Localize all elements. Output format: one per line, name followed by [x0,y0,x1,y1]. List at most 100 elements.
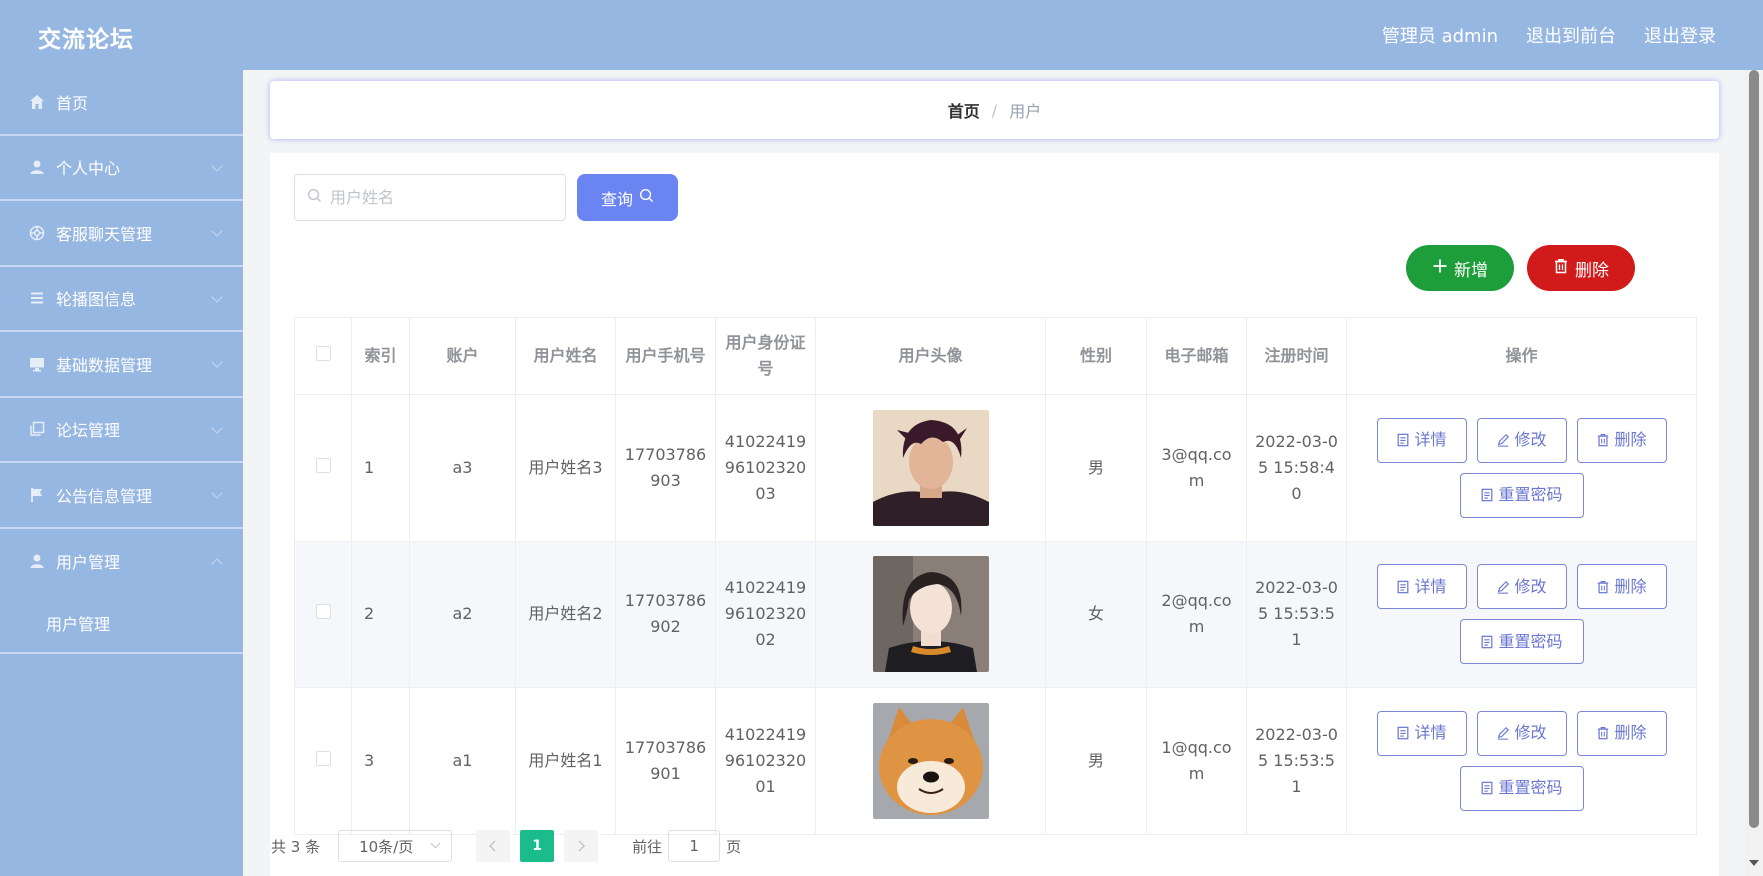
row-actions: 详情 修改 删除 重置密码 [1372,564,1672,665]
row-checkbox[interactable] [315,750,331,766]
delete-label: 删除 [1614,723,1647,743]
edit-button[interactable]: 修改 [1476,564,1567,610]
cell-index: 3 [351,687,410,835]
query-button[interactable]: 查询 [577,174,678,221]
cell-reg-time: 2022-03-05 15:53:51 [1246,687,1347,835]
chevron-down-icon [211,487,223,499]
add-button[interactable]: 新增 [1406,245,1514,291]
sidebar-item-label: 论坛管理 [56,421,121,441]
sidebar-item-carousel[interactable]: 轮播图信息 [0,267,243,332]
select-all-checkbox[interactable] [315,346,331,361]
sidebar: 首页 个人中心 客服聊天管理 轮播图信息 基础数据管理 论坛管理 公告信息管理 … [0,70,243,876]
cell-phone: 17703786901 [615,687,716,835]
delete-button[interactable]: 删除 [1576,417,1667,463]
batch-delete-label: 删除 [1575,260,1609,281]
reset-password-button[interactable]: 重置密码 [1459,765,1584,811]
search-icon [307,188,322,207]
cell-reg-time: 2022-03-05 15:58:40 [1246,394,1347,542]
goto-label: 前往 [632,837,663,856]
page-unit-label: 页 [726,837,742,856]
sidebar-item-home[interactable]: 首页 [0,70,243,136]
vertical-scrollbar[interactable] [1745,70,1763,876]
reset-password-button[interactable]: 重置密码 [1459,619,1584,665]
chevron-down-icon [211,159,223,172]
scrollbar-thumb[interactable] [1749,70,1759,828]
detail-button[interactable]: 详情 [1376,710,1467,756]
logout-link[interactable]: 退出登录 [1644,22,1716,48]
reset-password-label: 重置密码 [1498,778,1563,798]
search-field[interactable] [294,174,566,221]
detail-button[interactable]: 详情 [1376,564,1467,610]
cell-operations: 详情 修改 删除 重置密码 [1346,394,1697,542]
column-header: 操作 [1346,317,1697,395]
edit-button[interactable]: 修改 [1476,417,1567,463]
sidebar-item-forum[interactable]: 论坛管理 [0,398,243,463]
row-actions: 详情 修改 删除 重置密码 [1372,417,1672,518]
query-button-label: 查询 [600,189,633,209]
detail-button[interactable]: 详情 [1376,417,1467,463]
cell-account: a3 [409,394,516,542]
detail-label: 详情 [1414,430,1447,450]
cell-id-card: 410224199610232003 [715,394,816,542]
cell-name: 用户姓名1 [515,687,616,835]
row-checkbox[interactable] [315,457,331,473]
reset-password-label: 重置密码 [1498,485,1563,505]
page-size-select[interactable]: 10条/页 [338,830,453,862]
menu-icon [28,289,46,307]
content-panel: 查询 新增 删除 索引 账户 [270,153,1719,876]
document-icon [1398,433,1409,447]
sidebar-item-label: 基础数据管理 [56,355,153,375]
help-icon [28,224,46,242]
edit-icon [1498,727,1510,740]
search-icon [639,188,654,207]
breadcrumb-separator: / [991,100,998,120]
breadcrumb-current: 用户 [1009,102,1042,121]
row-checkbox[interactable] [315,604,331,620]
flag-icon [28,486,46,504]
back-to-front-link[interactable]: 退出到前台 [1526,22,1616,48]
cell-name: 用户姓名3 [515,394,616,542]
avatar-shiba-dog [872,702,989,819]
main-area: 首页 / 用户 查询 新增 删除 [243,70,1745,876]
search-input[interactable] [330,188,550,207]
admin-label: 管理员 admin [1381,26,1498,47]
column-header: 用户手机号 [615,317,716,395]
next-page-button[interactable] [564,830,599,862]
breadcrumb-home[interactable]: 首页 [948,98,980,122]
prev-page-button[interactable] [476,830,511,862]
delete-label: 删除 [1614,576,1647,596]
batch-delete-button[interactable]: 删除 [1527,245,1635,291]
delete-button[interactable]: 删除 [1576,564,1667,610]
avatar-young-man [872,409,989,526]
select-all-cell[interactable] [294,317,352,395]
scroll-down-arrow-icon[interactable] [1749,860,1759,866]
trash-icon [1598,580,1609,594]
sidebar-item-basic-data[interactable]: 基础数据管理 [0,332,243,398]
sidebar-item-user-management[interactable]: 用户管理 [0,529,243,595]
column-header: 用户姓名 [515,317,616,395]
cell-id-card: 410224199610232001 [715,687,816,835]
cell-index: 1 [351,394,410,542]
table-row: 1 a3 用户姓名3 17703786903 41022419961023200… [294,394,1697,542]
reset-password-button[interactable]: 重置密码 [1459,472,1584,518]
app-title: 交流论坛 [38,27,134,53]
document-icon [1482,781,1493,795]
row-select-cell[interactable] [294,394,352,542]
chevron-right-icon [578,840,586,852]
goto-page-input[interactable]: 1 [668,830,721,862]
sidebar-item-notice[interactable]: 公告信息管理 [0,463,243,529]
sidebar-item-chat[interactable]: 客服聊天管理 [0,201,243,267]
delete-label: 删除 [1614,430,1647,450]
copy-icon [28,420,46,438]
row-select-cell[interactable] [294,541,352,688]
edit-button[interactable]: 修改 [1476,710,1567,756]
row-select-cell[interactable] [294,687,352,835]
sidebar-subitem-user-management[interactable]: 用户管理 [0,594,243,654]
delete-button[interactable]: 删除 [1576,710,1667,756]
table-header-row: 索引 账户 用户姓名 用户手机号 用户身份证号 用户头像 性别 电子邮箱 注册时… [294,317,1697,395]
page-size-value: 10条/页 [359,837,414,856]
cell-reg-time: 2022-03-05 15:53:51 [1246,541,1347,688]
page-number-current[interactable]: 1 [520,830,555,862]
trash-icon [1553,258,1569,279]
sidebar-item-personal-center[interactable]: 个人中心 [0,136,243,201]
